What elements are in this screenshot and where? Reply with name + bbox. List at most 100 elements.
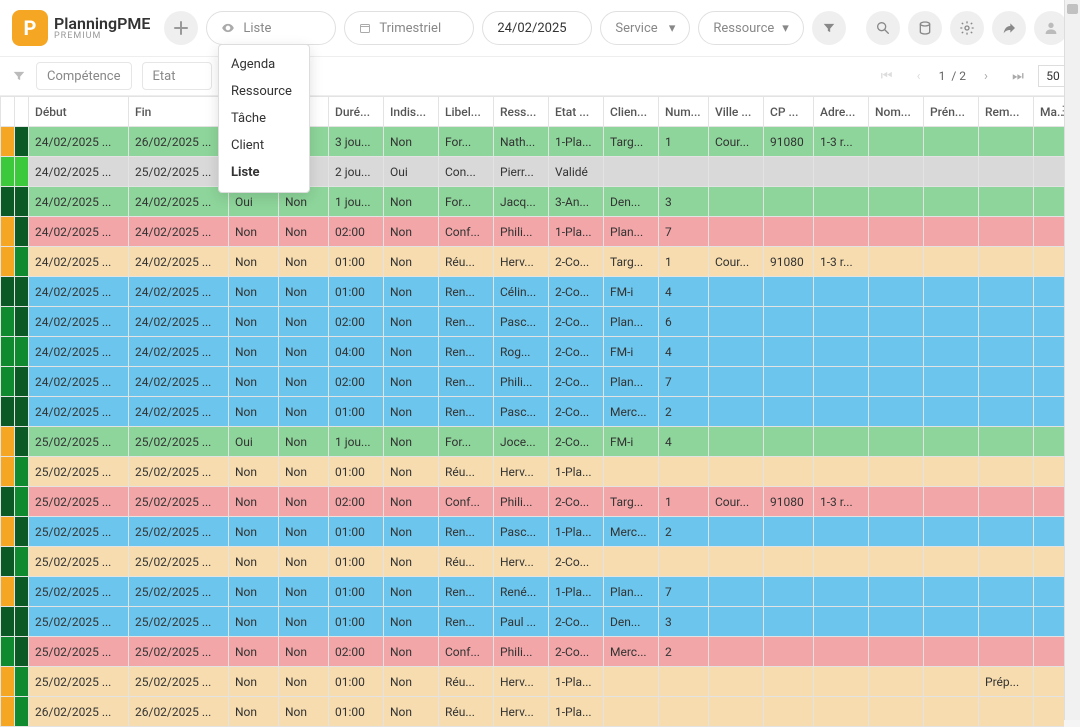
- pager-last[interactable]: ⏭: [1006, 64, 1030, 88]
- table-row[interactable]: 25/02/2025 ...25/02/2025 ...NonNon01:00N…: [1, 457, 1065, 487]
- cell: [709, 667, 764, 697]
- cell: [1034, 637, 1065, 667]
- row-color-left: [1, 607, 15, 637]
- column-header[interactable]: Rem...: [979, 97, 1034, 127]
- cell: Jacq...: [494, 187, 549, 217]
- table-row[interactable]: 24/02/2025 ...24/02/2025 ...NonNon01:00N…: [1, 397, 1065, 427]
- column-header[interactable]: Ma...☰: [1034, 97, 1065, 127]
- settings-button[interactable]: [950, 11, 984, 45]
- table-row[interactable]: 24/02/2025 ...26/02/2025 ...n3 jou...Non…: [1, 127, 1065, 157]
- cell: Conf...: [439, 637, 494, 667]
- table-row[interactable]: 24/02/2025 ...24/02/2025 ...NonNon01:00N…: [1, 247, 1065, 277]
- column-header[interactable]: Ville ...: [709, 97, 764, 127]
- cell: [764, 157, 814, 187]
- cell: 24/02/2025 ...: [129, 337, 229, 367]
- table-row[interactable]: 25/02/2025 ...25/02/2025 ...NonNon01:00N…: [1, 547, 1065, 577]
- cell: FM-i: [604, 277, 659, 307]
- cell: [924, 397, 979, 427]
- table-row[interactable]: 25/02/2025 ...25/02/2025 ...NonNon01:00N…: [1, 667, 1065, 697]
- cell: [709, 577, 764, 607]
- dropdown-item[interactable]: Ressource: [219, 78, 309, 105]
- cell: [764, 427, 814, 457]
- table-row[interactable]: 25/02/2025 ...25/02/2025 ...OuiNon1 jou.…: [1, 427, 1065, 457]
- cell: 24/02/2025 ...: [29, 157, 129, 187]
- column-header[interactable]: Libel...: [439, 97, 494, 127]
- cell: Non: [279, 577, 329, 607]
- column-header[interactable]: Etat ...: [549, 97, 604, 127]
- cell: 1-Pla...: [549, 457, 604, 487]
- dropdown-item[interactable]: Tâche: [219, 105, 309, 132]
- vertical-scrollbar[interactable]: [1064, 0, 1080, 720]
- cell: [814, 547, 869, 577]
- scrollbar-thumb[interactable]: [1067, 4, 1078, 14]
- table-row[interactable]: 24/02/2025 ...24/02/2025 ...NonNon04:00N…: [1, 337, 1065, 367]
- add-button[interactable]: [164, 11, 198, 45]
- table-row[interactable]: 25/02/2025 ...25/02/2025 ...NonNon02:00N…: [1, 487, 1065, 517]
- user-button[interactable]: [1034, 11, 1068, 45]
- cell: [814, 277, 869, 307]
- cell: [979, 577, 1034, 607]
- data-grid: DébutFinl...Duré...Indis...Libel...Ress.…: [0, 96, 1064, 727]
- etat-filter[interactable]: Etat: [142, 62, 212, 90]
- cell: Paul ...: [494, 607, 549, 637]
- column-header[interactable]: Clien...: [604, 97, 659, 127]
- table-row[interactable]: 24/02/2025 ...24/02/2025 ...NonNon02:00N…: [1, 217, 1065, 247]
- column-header[interactable]: Fin: [129, 97, 229, 127]
- column-header[interactable]: Adre...: [814, 97, 869, 127]
- cell: [924, 157, 979, 187]
- table-row[interactable]: 25/02/2025 ...25/02/2025 ...NonNon01:00N…: [1, 577, 1065, 607]
- column-header[interactable]: Nom...: [869, 97, 924, 127]
- table-row[interactable]: 24/02/2025 ...24/02/2025 ...NonNon02:00N…: [1, 307, 1065, 337]
- cell: [659, 667, 709, 697]
- table-row[interactable]: 24/02/2025 ...24/02/2025 ...NonNon01:00N…: [1, 277, 1065, 307]
- share-button[interactable]: [992, 11, 1026, 45]
- period-selector[interactable]: Trimestriel: [344, 11, 474, 45]
- pager-first[interactable]: ⏮: [875, 64, 899, 88]
- row-color-right: [15, 277, 29, 307]
- cell: Non: [229, 577, 279, 607]
- cell: [869, 367, 924, 397]
- dropdown-item[interactable]: Liste: [219, 159, 309, 186]
- pager-next[interactable]: ›: [974, 64, 998, 88]
- table-row[interactable]: 25/02/2025 ...25/02/2025 ...NonNon02:00N…: [1, 637, 1065, 667]
- table-row[interactable]: 24/02/2025 ...24/02/2025 ...NonNon02:00N…: [1, 367, 1065, 397]
- row-color-right: [15, 487, 29, 517]
- column-header[interactable]: Duré...: [329, 97, 384, 127]
- column-header[interactable]: CP ...: [764, 97, 814, 127]
- column-header[interactable]: Indis...: [384, 97, 439, 127]
- service-selector[interactable]: Service ▾: [600, 11, 690, 45]
- cell: Non: [229, 277, 279, 307]
- date-picker[interactable]: [482, 11, 592, 45]
- pager-prev[interactable]: ‹: [907, 64, 931, 88]
- column-header[interactable]: Prén...: [924, 97, 979, 127]
- cell: [604, 457, 659, 487]
- dropdown-item[interactable]: Client: [219, 132, 309, 159]
- column-header[interactable]: Début: [29, 97, 129, 127]
- cell: [709, 547, 764, 577]
- cell: Phili...: [494, 637, 549, 667]
- date-input[interactable]: [497, 21, 577, 36]
- table-row[interactable]: 26/02/2025 ...26/02/2025 ...NonNon01:00N…: [1, 697, 1065, 727]
- calendar-icon: [359, 22, 371, 34]
- row-color-right: [15, 307, 29, 337]
- view-selector[interactable]: Liste: [206, 11, 336, 45]
- column-header[interactable]: Ress...: [494, 97, 549, 127]
- data-button[interactable]: [908, 11, 942, 45]
- table-row[interactable]: 25/02/2025 ...25/02/2025 ...NonNon01:00N…: [1, 517, 1065, 547]
- resource-selector[interactable]: Ressource ▾: [698, 11, 803, 45]
- cell: [1034, 607, 1065, 637]
- filter-button[interactable]: [812, 11, 846, 45]
- table-row[interactable]: 24/02/2025 ...25/02/2025 ...n2 jou...Oui…: [1, 157, 1065, 187]
- dropdown-item[interactable]: Agenda: [219, 51, 309, 78]
- cell: 25/02/2025 ...: [129, 577, 229, 607]
- column-header[interactable]: Num...: [659, 97, 709, 127]
- cell: Non: [229, 307, 279, 337]
- table-row[interactable]: 24/02/2025 ...24/02/2025 ...OuiNon1 jou.…: [1, 187, 1065, 217]
- cell: Non: [229, 337, 279, 367]
- cell: 2-Co...: [549, 247, 604, 277]
- cell: 26/02/2025 ...: [29, 697, 129, 727]
- competence-filter[interactable]: Compétence: [36, 62, 132, 90]
- search-button[interactable]: [866, 11, 900, 45]
- row-color-left: [1, 577, 15, 607]
- table-row[interactable]: 25/02/2025 ...25/02/2025 ...NonNon01:00N…: [1, 607, 1065, 637]
